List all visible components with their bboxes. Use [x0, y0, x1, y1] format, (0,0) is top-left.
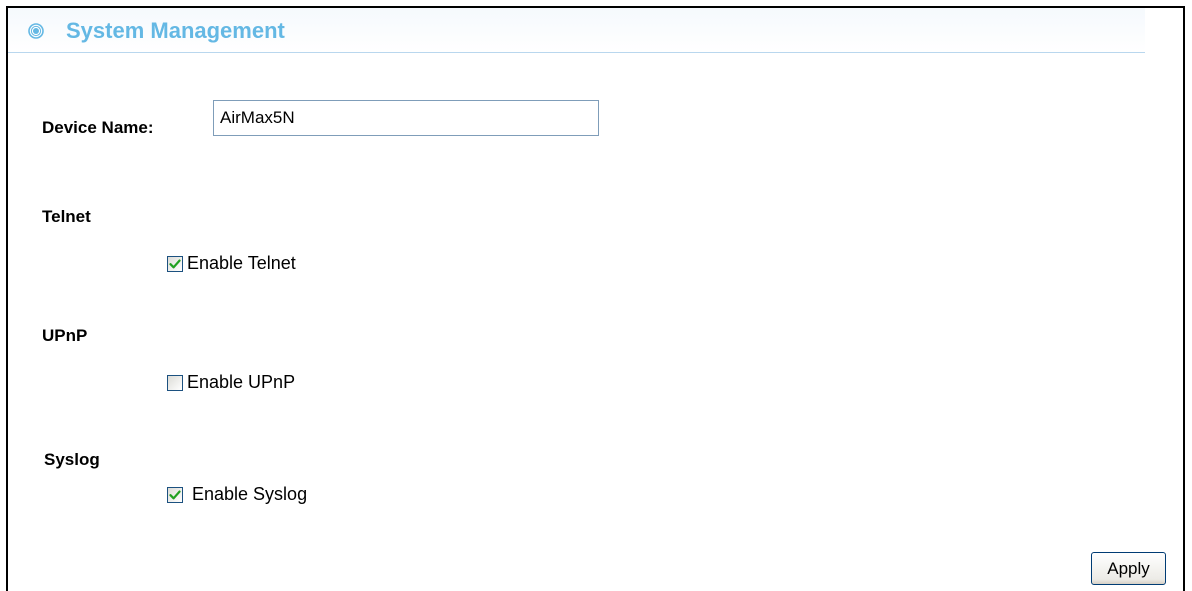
checkmark-icon: [169, 490, 181, 499]
device-name-label: Device Name:: [42, 118, 154, 137]
enable-syslog-label: Enable Syslog: [192, 484, 308, 504]
target-circle-icon: [28, 23, 44, 39]
apply-button[interactable]: Apply: [1091, 552, 1166, 585]
enable-upnp-option[interactable]: Enable UPnP: [167, 372, 295, 393]
enable-upnp-label: Enable UPnP: [187, 372, 296, 392]
device-name-input[interactable]: [213, 100, 599, 136]
system-management-panel: System Management Device Name: Telnet En…: [6, 6, 1185, 591]
enable-syslog-option[interactable]: Enable Syslog: [167, 484, 307, 505]
syslog-section-title: Syslog: [44, 450, 100, 469]
enable-telnet-label: Enable Telnet: [187, 253, 296, 273]
enable-syslog-checkbox[interactable]: [167, 486, 183, 503]
checkmark-icon: [169, 259, 181, 268]
enable-upnp-checkbox[interactable]: [167, 374, 183, 391]
telnet-section-title: Telnet: [42, 207, 91, 226]
enable-telnet-option[interactable]: Enable Telnet: [167, 253, 296, 274]
enable-telnet-checkbox[interactable]: [167, 255, 183, 272]
section-header: System Management: [8, 8, 1145, 53]
page-title: System Management: [66, 18, 285, 43]
upnp-section-title: UPnP: [42, 326, 88, 345]
